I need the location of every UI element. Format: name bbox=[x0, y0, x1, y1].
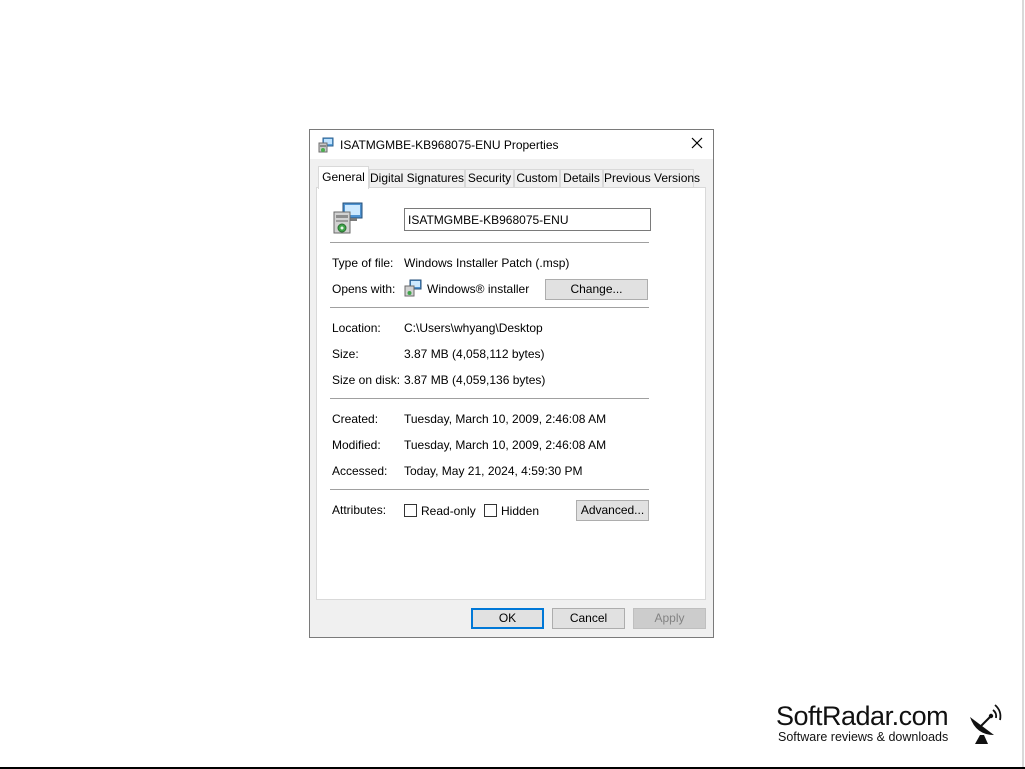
size-value: 3.87 MB (4,058,112 bytes) bbox=[404, 347, 545, 361]
accessed-value: Today, May 21, 2024, 4:59:30 PM bbox=[404, 464, 583, 478]
modified-value: Tuesday, March 10, 2009, 2:46:08 AM bbox=[404, 438, 607, 452]
opens-with-value: Windows® installer bbox=[427, 282, 530, 296]
size-label: Size: bbox=[332, 347, 359, 361]
properties-dialog: ISATMGMBE-KB968075-ENU Properties Genera… bbox=[309, 129, 714, 638]
watermark-subtitle: Software reviews & downloads bbox=[778, 730, 949, 744]
tab-previous-versions[interactable]: Previous Versions bbox=[603, 169, 700, 188]
apply-button[interactable]: Apply bbox=[633, 608, 706, 629]
opens-with-label: Opens with: bbox=[332, 282, 396, 296]
separator bbox=[330, 307, 649, 308]
separator bbox=[330, 489, 649, 490]
change-button[interactable]: Change... bbox=[545, 279, 648, 300]
accessed-label: Accessed: bbox=[332, 464, 388, 478]
read-only-label: Read-only bbox=[421, 504, 476, 518]
general-tab-panel: Type of file: Windows Installer Patch (.… bbox=[316, 187, 706, 600]
location-label: Location: bbox=[332, 321, 381, 335]
tab-details[interactable]: Details bbox=[560, 169, 603, 188]
msp-installer-icon bbox=[318, 137, 334, 153]
satellite-dish-icon bbox=[966, 701, 1006, 745]
size-on-disk-value: 3.87 MB (4,059,136 bytes) bbox=[404, 373, 546, 387]
ok-button[interactable]: OK bbox=[471, 608, 544, 629]
file-name-input[interactable] bbox=[404, 208, 651, 231]
location-value: C:\Users\whyang\Desktop bbox=[404, 321, 543, 335]
tab-general[interactable]: General bbox=[318, 166, 369, 189]
close-button[interactable] bbox=[680, 130, 713, 159]
dialog-title: ISATMGMBE-KB968075-ENU Properties bbox=[340, 138, 559, 152]
created-label: Created: bbox=[332, 412, 379, 426]
tab-digital-signatures[interactable]: Digital Signatures bbox=[369, 169, 465, 188]
type-of-file-value: Windows Installer Patch (.msp) bbox=[404, 256, 570, 270]
separator bbox=[330, 398, 649, 399]
watermark-title: SoftRadar.com bbox=[776, 701, 949, 731]
windows-installer-icon bbox=[404, 279, 422, 297]
attributes-label: Attributes: bbox=[332, 503, 387, 517]
tab-security[interactable]: Security bbox=[465, 169, 514, 188]
cancel-button[interactable]: Cancel bbox=[552, 608, 625, 629]
modified-label: Modified: bbox=[332, 438, 381, 452]
screen-edge-right bbox=[1022, 0, 1024, 769]
tab-strip: General Digital Signatures Security Cust… bbox=[316, 166, 706, 189]
msp-file-icon bbox=[331, 201, 365, 235]
separator bbox=[330, 242, 649, 243]
hidden-label: Hidden bbox=[501, 504, 540, 518]
advanced-button[interactable]: Advanced... bbox=[576, 500, 649, 521]
tab-custom[interactable]: Custom bbox=[514, 169, 560, 188]
title-bar[interactable]: ISATMGMBE-KB968075-ENU Properties bbox=[310, 130, 713, 159]
read-only-checkbox[interactable] bbox=[404, 504, 417, 517]
type-of-file-label: Type of file: bbox=[332, 256, 394, 270]
size-on-disk-label: Size on disk: bbox=[332, 373, 401, 387]
close-icon bbox=[691, 137, 703, 152]
hidden-checkbox[interactable] bbox=[484, 504, 497, 517]
softradar-watermark: SoftRadar.com Software reviews & downloa… bbox=[776, 701, 1006, 749]
created-value: Tuesday, March 10, 2009, 2:46:08 AM bbox=[404, 412, 607, 426]
